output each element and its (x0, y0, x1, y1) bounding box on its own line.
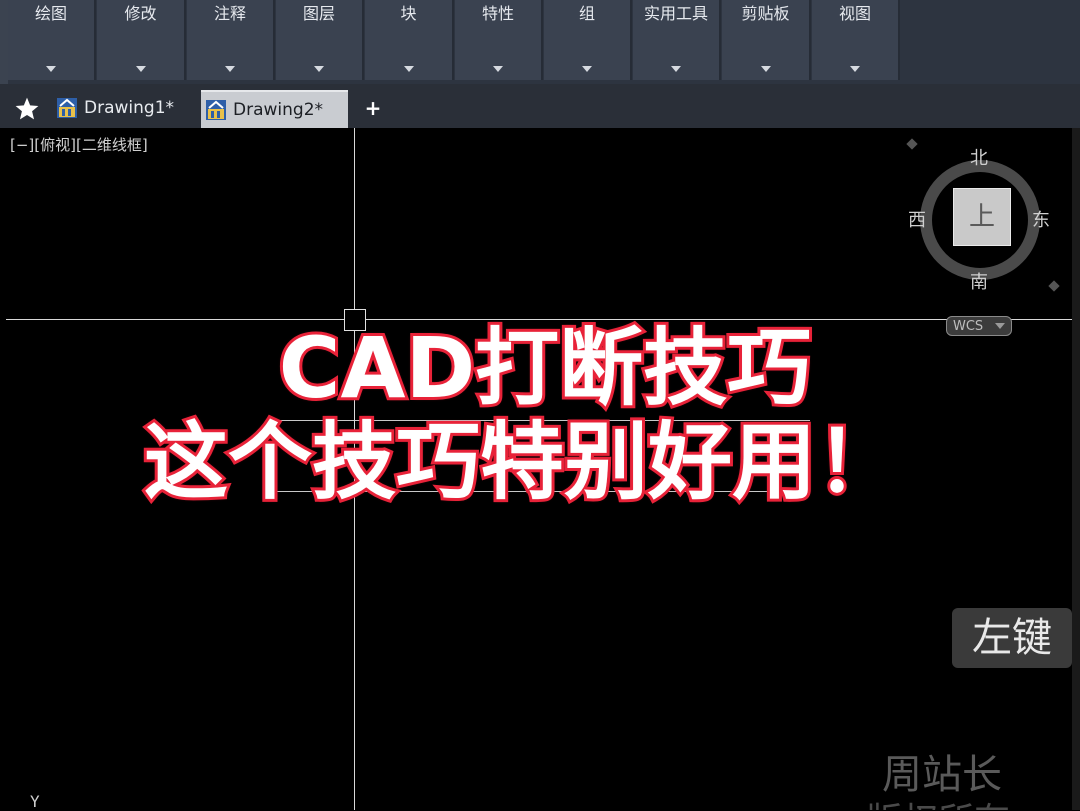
add-tab-button[interactable]: + (362, 97, 384, 119)
drawing-file-icon (57, 98, 77, 118)
ribbon-panel-properties[interactable]: 特性 (455, 0, 543, 80)
panel-label: 块 (400, 4, 417, 23)
viewport-edge (1072, 128, 1080, 810)
panel-label: 修改 (124, 4, 157, 23)
chevron-down-icon[interactable] (493, 66, 503, 72)
chevron-down-icon[interactable] (760, 66, 771, 72)
ribbon-panel-view[interactable]: 视图 (812, 0, 900, 80)
tab-label: Drawing2* (233, 100, 324, 120)
panel-label: 组 (578, 4, 595, 23)
ribbon-panel-annotation[interactable]: 注释 (187, 0, 275, 80)
chevron-down-icon[interactable] (46, 66, 56, 72)
mouse-key-hint: 左键 (952, 608, 1072, 668)
tab-drawing1[interactable]: Drawing1* (52, 90, 192, 126)
ribbon-panel-clipboard[interactable]: 剪贴板 (722, 0, 811, 80)
panel-label: 剪贴板 (741, 4, 790, 23)
chevron-down-icon[interactable] (582, 66, 592, 72)
ribbon-panel-block[interactable]: 块 (365, 0, 454, 80)
chevron-down-icon (995, 323, 1005, 329)
ribbon-panel-modify[interactable]: 修改 (97, 0, 186, 80)
panel-label: 图层 (302, 4, 335, 23)
overlay-title-line2: 这个技巧特别好用！ (141, 410, 903, 514)
overlay-title-line1: CAD打断技巧 (276, 316, 814, 420)
ribbon-panel-utilities[interactable]: 实用工具 (633, 0, 721, 80)
chevron-down-icon[interactable] (850, 66, 860, 72)
tab-label: Drawing1* (84, 98, 175, 118)
ribbon-panel-group[interactable]: 组 (544, 0, 632, 80)
panel-label: 特性 (481, 4, 514, 23)
chevron-down-icon[interactable] (314, 66, 324, 72)
chevron-down-icon[interactable] (225, 66, 235, 72)
ribbon-edge (0, 0, 8, 84)
ucs-y-axis-label: Y (30, 792, 40, 811)
drawing-file-icon (206, 100, 226, 120)
wcs-dropdown[interactable]: WCS (946, 316, 1012, 336)
chevron-down-icon[interactable] (671, 66, 681, 72)
panel-label: 实用工具 (643, 4, 708, 23)
compass-east[interactable]: 东 (1032, 206, 1050, 232)
viewport-controls-label[interactable]: [−][俯视][二维线框] (10, 134, 148, 155)
watermark-line2: 版权所有 (866, 792, 1010, 810)
star-icon[interactable] (14, 96, 40, 122)
tab-drawing2[interactable]: Drawing2* (201, 90, 348, 128)
ribbon-panel-layers[interactable]: 图层 (276, 0, 364, 80)
panel-label: 视图 (838, 4, 871, 23)
compass-west[interactable]: 西 (908, 206, 926, 232)
viewcube-top-face[interactable]: 上 (953, 188, 1011, 246)
compass-south[interactable]: 南 (970, 268, 988, 294)
chevron-down-icon[interactable] (135, 66, 146, 72)
chevron-down-icon[interactable] (403, 66, 414, 72)
panel-label: 注释 (213, 4, 246, 23)
ribbon-panel-draw[interactable]: 绘图 (8, 0, 96, 80)
panel-label: 绘图 (34, 4, 67, 23)
wcs-label: WCS (953, 319, 984, 334)
compass-north[interactable]: 北 (970, 144, 988, 170)
